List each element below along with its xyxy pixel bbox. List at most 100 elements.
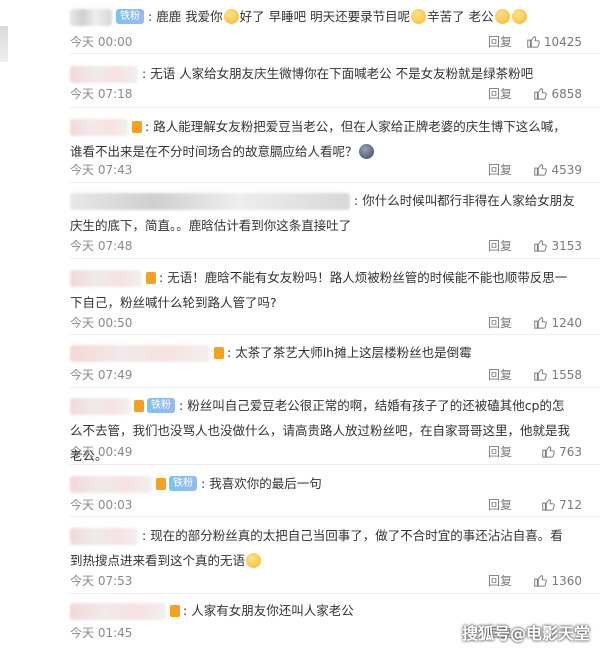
thumbs-up-icon — [534, 368, 548, 381]
reply-button[interactable]: 回复 — [488, 366, 512, 384]
comment-meta: 今天 00:00 回复 10425 — [70, 33, 582, 51]
comment-text-block: : 路人能理解女友粉把爱豆当老公，但在人家给正牌老婆的庆生博下这么喊，谁看不出来… — [70, 119, 566, 159]
like-button[interactable]: 763 — [541, 443, 582, 461]
username-redacted[interactable] — [70, 398, 130, 415]
thumbs-up-icon — [542, 498, 555, 511]
divider — [70, 258, 600, 259]
like-count: 3153 — [551, 239, 582, 253]
comment-text: 路人能理解女友粉把爱豆当老公，但在人家给正牌老婆的庆生博下这么喊，谁看不出来是在… — [70, 119, 566, 159]
like-count: 1240 — [551, 316, 582, 330]
username-redacted[interactable] — [70, 119, 128, 136]
like-count: 10425 — [543, 35, 582, 49]
divider — [70, 107, 600, 108]
comment-text: 现在的部分粉丝真的太把自己当回事了，做了不合时宜的事还沾沾自喜。看到热搜点进来看… — [70, 528, 563, 568]
comment-text-block: : 无语！鹿晗不能有女友粉吗！路人烦被粉丝管的时候能不能也顺带反思一下自己，粉丝… — [70, 270, 568, 310]
reply-button[interactable]: 回复 — [488, 85, 512, 103]
divider — [70, 593, 600, 594]
comment-time: 今天 00:49 — [70, 445, 133, 459]
fan-badge: 铁粉 — [116, 9, 144, 24]
like-count: 763 — [559, 445, 582, 459]
emoji-icon — [511, 9, 527, 24]
reply-button[interactable]: 回复 — [488, 314, 512, 332]
like-button[interactable]: 712 — [541, 496, 582, 514]
comment-text-block: 铁粉: 鹿鹿 我爱你 好了 早睡吧 明天还要录节目呢 辛苦了 老公 — [70, 4, 575, 29]
emoji-icon — [246, 553, 262, 568]
like-count: 1360 — [551, 574, 582, 588]
username-redacted[interactable] — [70, 270, 142, 287]
like-button[interactable]: 10425 — [526, 33, 582, 51]
comment-time: 今天 00:50 — [70, 316, 133, 330]
comment-text-3: 辛苦了 老公 — [427, 9, 494, 24]
comment-meta: 今天 00:50 回复 1240 — [70, 314, 582, 332]
comment-text: 我喜欢你的最后一句 — [209, 476, 322, 491]
username-redacted[interactable] — [70, 528, 138, 545]
divider — [70, 516, 600, 517]
emoji-icon — [411, 9, 427, 24]
reply-button[interactable]: 回复 — [488, 443, 512, 461]
vip-icon — [132, 120, 142, 133]
watermark: 搜狐号@电影天堂 — [461, 624, 590, 643]
thumbs-up-icon — [527, 35, 540, 48]
like-count: 4539 — [551, 163, 582, 177]
comment-time: 今天 07:49 — [70, 368, 133, 382]
comment-time: 今天 00:03 — [70, 498, 133, 512]
username-redacted[interactable] — [70, 345, 210, 362]
emoji-icon — [494, 9, 510, 24]
comment-meta: 今天 07:49 回复 1558 — [70, 366, 582, 384]
vip-icon — [214, 346, 224, 359]
comment-time: 今天 01:45 — [70, 626, 133, 640]
like-button[interactable]: 1558 — [533, 366, 582, 384]
comment-meta: 今天 07:53 回复 1360 — [70, 572, 582, 590]
comment-text-block: : 太茶了茶艺大师lh摊上这层楼粉丝也是倒霉 — [70, 340, 575, 365]
username-redacted[interactable] — [70, 9, 112, 26]
comment-text: 无语 人家给女朋友庆生微博你在下面喊老公 不是女友粉就是绿茶粉吧 — [150, 66, 534, 81]
reply-button[interactable]: 回复 — [488, 237, 512, 255]
comment-meta: 今天 07:18 回复 6858 — [70, 85, 582, 103]
divider — [70, 53, 600, 54]
reply-button[interactable]: 回复 — [488, 496, 512, 514]
thumbs-up-icon — [534, 239, 548, 252]
comment-time: 今天 07:53 — [70, 574, 133, 588]
comment-text: 太茶了茶艺大师lh摊上这层楼粉丝也是倒霉 — [235, 345, 472, 360]
like-button[interactable]: 3153 — [533, 237, 582, 255]
username-redacted[interactable] — [70, 603, 166, 620]
thumbs-up-icon — [534, 87, 548, 100]
username-redacted[interactable] — [70, 66, 138, 83]
like-button[interactable]: 4539 — [533, 161, 582, 179]
fan-badge: 铁粉 — [169, 476, 197, 491]
like-button[interactable]: 1240 — [533, 314, 582, 332]
thumbs-up-icon — [534, 574, 548, 587]
comment-meta: 今天 07:43 回复 4539 — [70, 161, 582, 179]
comment-meta: 今天 00:49 回复 763 — [70, 443, 582, 461]
comment-time: 今天 07:18 — [70, 87, 133, 101]
divider — [70, 387, 600, 388]
reply-button[interactable]: 回复 — [488, 161, 512, 179]
username-redacted[interactable] — [70, 476, 152, 493]
comment-time: 今天 07:43 — [70, 163, 133, 177]
vip-icon — [134, 399, 144, 412]
avatar[interactable] — [0, 26, 8, 62]
username-redacted[interactable] — [70, 193, 350, 210]
reply-button[interactable]: 回复 — [488, 33, 512, 51]
reply-button[interactable]: 回复 — [488, 572, 512, 590]
comment-time: 今天 07:48 — [70, 239, 133, 253]
vip-icon — [170, 604, 180, 617]
like-button[interactable]: 1360 — [533, 572, 582, 590]
like-button[interactable]: 6858 — [533, 85, 582, 103]
like-count: 1558 — [551, 368, 582, 382]
comment-text-block: : 你什么时候叫都行非得在人家给女朋友庆生的底下，简直。。鹿晗估计看到你这条直接… — [70, 193, 575, 233]
comment-meta: 今天 00:03 回复 712 — [70, 496, 582, 514]
comment-text: 无语！鹿晗不能有女友粉吗！路人烦被粉丝管的时候能不能也顺带反思一下自己，粉丝喊什… — [70, 270, 568, 310]
comment-text-block: : 现在的部分粉丝真的太把自己当回事了，做了不合时宜的事还沾沾自喜。看到热搜点进… — [70, 528, 563, 568]
comment-meta: 今天 07:48 回复 3153 — [70, 237, 582, 255]
comment-text-block: 铁粉: 我喜欢你的最后一句 — [70, 471, 575, 496]
emoji-icon — [223, 9, 239, 24]
fan-badge: 铁粉 — [147, 398, 175, 413]
comment-text: 鹿鹿 我爱你 — [156, 9, 223, 24]
divider — [70, 334, 600, 335]
like-count: 6858 — [551, 87, 582, 101]
comment-text-block: : 无语 人家给女朋友庆生微博你在下面喊老公 不是女友粉就是绿茶粉吧 — [70, 61, 575, 86]
thumbs-up-icon — [534, 316, 548, 329]
vip-icon — [156, 477, 166, 490]
emoji-icon — [358, 144, 374, 159]
